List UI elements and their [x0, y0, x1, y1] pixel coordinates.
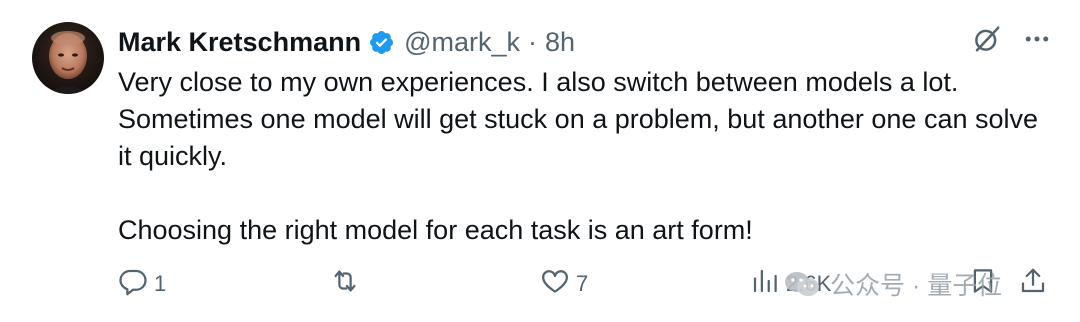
tweet-paragraph-1: Very close to my own experiences. I also…: [118, 67, 1039, 171]
avatar[interactable]: [32, 22, 104, 94]
tweet-paragraph-2: Choosing the right model for each task i…: [118, 215, 753, 245]
bookmark-icon: [968, 266, 998, 302]
share-button[interactable]: [1018, 264, 1048, 304]
verified-badge-icon[interactable]: [368, 29, 395, 56]
share-icon: [1018, 266, 1048, 302]
like-button[interactable]: 7: [540, 264, 588, 304]
author-name[interactable]: Mark Kretschmann: [118, 27, 361, 58]
like-count: 7: [576, 271, 589, 296]
top-actions: [972, 24, 1052, 54]
author-handle[interactable]: @mark_k: [404, 27, 520, 58]
grok-icon[interactable]: [972, 24, 1002, 54]
timestamp[interactable]: 8h: [545, 27, 575, 58]
repost-icon: [330, 266, 360, 302]
more-dots-icon[interactable]: [1022, 24, 1052, 54]
repost-button[interactable]: [330, 264, 366, 304]
tweet-text: Very close to my own experiences. I also…: [118, 64, 1048, 249]
tweet-header: Mark Kretschmann @mark_k · 8h: [118, 26, 575, 58]
reply-icon: [118, 266, 148, 302]
views-chart-icon: [750, 266, 780, 302]
action-bar: 1 7 2.6K: [118, 264, 1048, 304]
reply-count: 1: [154, 271, 167, 296]
header-separator: ·: [528, 26, 538, 57]
reply-button[interactable]: 1: [118, 264, 166, 304]
tweet-card: Mark Kretschmann @mark_k · 8h Very close…: [0, 0, 1080, 322]
heart-icon: [540, 266, 570, 302]
views-button[interactable]: 2.6K: [750, 264, 831, 304]
bookmark-button[interactable]: [968, 264, 998, 304]
views-count: 2.6K: [786, 271, 832, 296]
